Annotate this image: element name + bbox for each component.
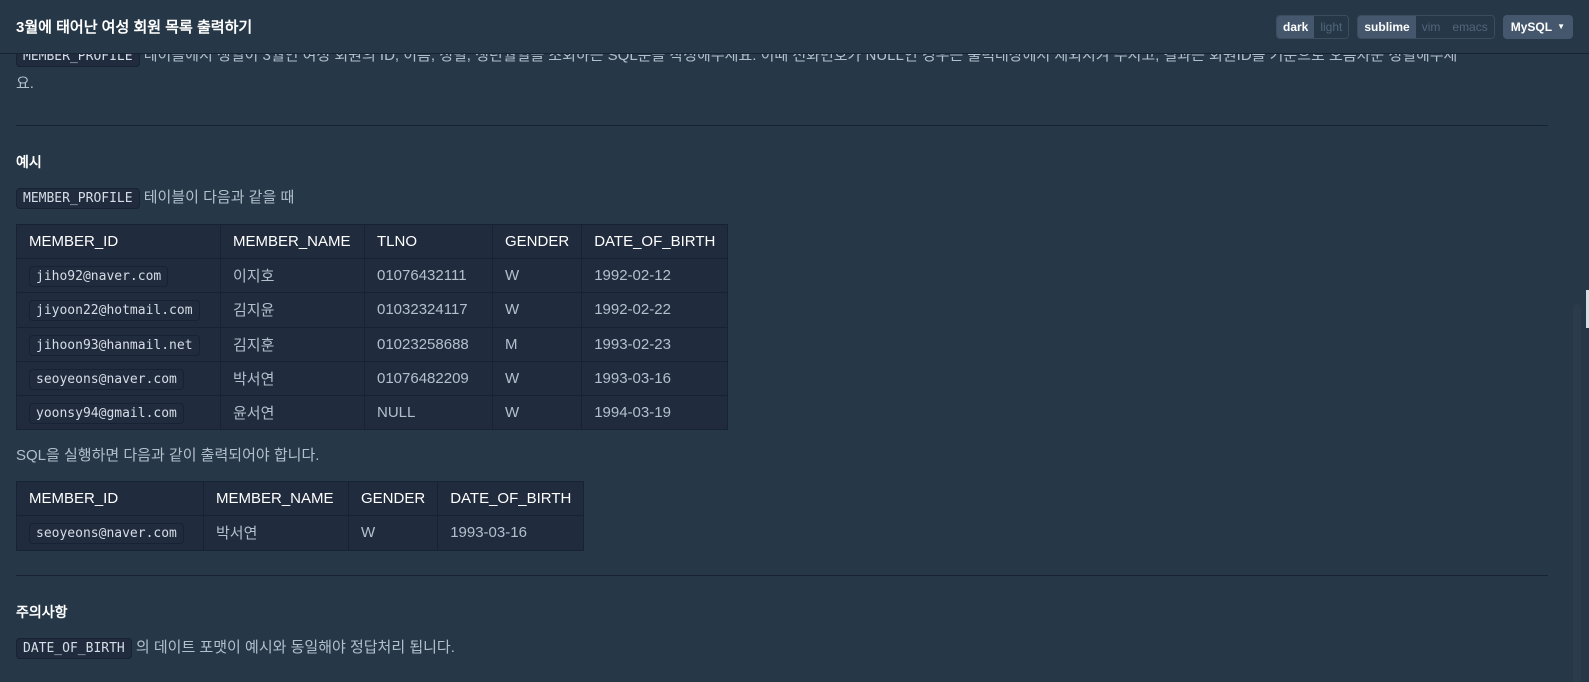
member-id-code: jihoon93@hanmail.net (29, 334, 200, 356)
table-cell: W (491, 292, 583, 328)
table-cell: W (491, 258, 583, 294)
table-cell: M (491, 326, 583, 362)
member-id-code: seoyeons@naver.com (29, 523, 184, 545)
table-row: yoonsy94@gmail.com 윤서연 NULL W 1994-03-19 (16, 394, 729, 431)
column-header: GENDER (491, 223, 583, 260)
table-cell: 이지호 (220, 258, 365, 294)
keymap-emacs-button[interactable]: emacs (1446, 15, 1494, 38)
problem-text-line1: 테이블에서 생일이 3월인 여성 회원의 ID, 이름, 성별, 생년월일을 조… (139, 54, 1458, 64)
page-title: 3월에 태어난 여성 회원 목록 출력하기 (16, 19, 253, 36)
scrollbar-thumb[interactable] (1573, 304, 1581, 682)
table-cell: 박서연 (220, 360, 365, 396)
example-input-table: MEMBER_ID MEMBER_NAME TLNO GENDER DATE_O… (16, 223, 729, 431)
member-id-code: seoyeons@naver.com (29, 368, 184, 390)
theme-dark-button[interactable]: dark (1276, 15, 1315, 38)
member-id-code: jiho92@naver.com (29, 266, 169, 288)
table-cell: 01076432111 (364, 258, 493, 294)
member-id-code: jiyoon22@hotmail.com (29, 300, 200, 322)
table-cell: 김지훈 (220, 326, 365, 362)
table-cell: 01032324117 (364, 292, 493, 328)
keymap-sublime-button[interactable]: sublime (1358, 15, 1416, 38)
result-intro: SQL을 실행하면 다음과 같이 출력되어야 합니다. (16, 447, 320, 465)
column-header: TLNO (364, 223, 493, 260)
column-header: DATE_OF_BIRTH (437, 481, 585, 517)
inline-code: MEMBER_PROFILE (16, 188, 140, 209)
keymap-vim-button[interactable]: vim (1415, 15, 1447, 38)
table-cell: 윤서연 (220, 394, 365, 431)
table-row: jiho92@naver.com 이지호 01076432111 W 1992-… (16, 258, 729, 294)
table-header-row: MEMBER_ID MEMBER_NAME GENDER DATE_OF_BIR… (16, 481, 585, 517)
table-cell: 1992-02-22 (581, 292, 729, 328)
table-cell: 1993-03-16 (437, 515, 585, 551)
table-cell: 01076482209 (364, 360, 493, 396)
notice-heading: 주의사항 (16, 603, 68, 620)
example-heading: 예시 (16, 154, 42, 170)
column-header: MEMBER_NAME (203, 481, 349, 517)
column-header: MEMBER_ID (16, 223, 221, 260)
caret-down-icon: ▼ (1557, 22, 1565, 31)
problem-text-line2: 요. (16, 75, 34, 92)
table-cell: 01023258688 (364, 326, 493, 362)
header-bar: 3월에 태어난 여성 회원 목록 출력하기 dark light sublime… (0, 0, 1589, 54)
table-cell: 박서연 (203, 515, 349, 551)
table-row: jihoon93@hanmail.net 김지훈 01023258688 M 1… (16, 326, 729, 362)
table-cell: 1993-02-23 (581, 326, 729, 362)
member-id-code: yoonsy94@gmail.com (29, 403, 184, 425)
column-header: MEMBER_ID (16, 481, 204, 517)
problem-description: MEMBER_PROFILE 테이블에서 생일이 3월인 여성 회원의 ID, … (0, 54, 1548, 682)
table-header-row: MEMBER_ID MEMBER_NAME TLNO GENDER DATE_O… (16, 223, 729, 260)
table-cell: 1992-02-12 (581, 258, 729, 294)
table-row: jiyoon22@hotmail.com 김지윤 01032324117 W 1… (16, 292, 729, 328)
table-cell: W (347, 515, 439, 551)
language-dropdown[interactable]: MySQL ▼ (1502, 14, 1573, 39)
inline-code: DATE_OF_BIRTH (16, 637, 132, 659)
notice-text-body: 의 데이트 포맷이 예시와 동일해야 정답처리 됩니다. (131, 638, 455, 656)
column-header: MEMBER_NAME (220, 223, 365, 260)
table-cell: 1994-03-19 (581, 394, 729, 431)
theme-toggle: dark light (1275, 14, 1350, 39)
problem-text: MEMBER_PROFILE 테이블에서 생일이 3월인 여성 회원의 ID, … (16, 54, 1548, 97)
table-cell: W (491, 394, 583, 431)
table-cell: NULL (364, 394, 493, 431)
language-label: MySQL (1510, 19, 1553, 34)
table-cell: 김지윤 (220, 292, 365, 328)
table-row: seoyeons@naver.com 박서연 W 1993-03-16 (16, 515, 585, 551)
table-row: seoyeons@naver.com 박서연 01076482209 W 199… (16, 360, 729, 396)
column-header: GENDER (347, 481, 439, 517)
keymap-toggle: sublime vim emacs (1357, 14, 1495, 39)
divider (16, 574, 1548, 576)
example-intro-text: 테이블이 다음과 같을 때 (139, 189, 295, 206)
example-result-table: MEMBER_ID MEMBER_NAME GENDER DATE_OF_BIR… (16, 481, 585, 551)
scrollbar[interactable] (1569, 54, 1589, 682)
example-intro: MEMBER_PROFILE 테이블이 다음과 같을 때 (16, 184, 1548, 212)
notice-text: DATE_OF_BIRTH 의 데이트 포맷이 예시와 동일해야 정답처리 됩니… (16, 634, 1548, 662)
divider (16, 125, 1548, 126)
table-cell: W (491, 360, 583, 396)
table-cell: 1993-03-16 (581, 360, 729, 396)
theme-light-button[interactable]: light (1314, 15, 1349, 38)
column-header: DATE_OF_BIRTH (581, 223, 729, 260)
inline-code: MEMBER_PROFILE (16, 54, 140, 67)
